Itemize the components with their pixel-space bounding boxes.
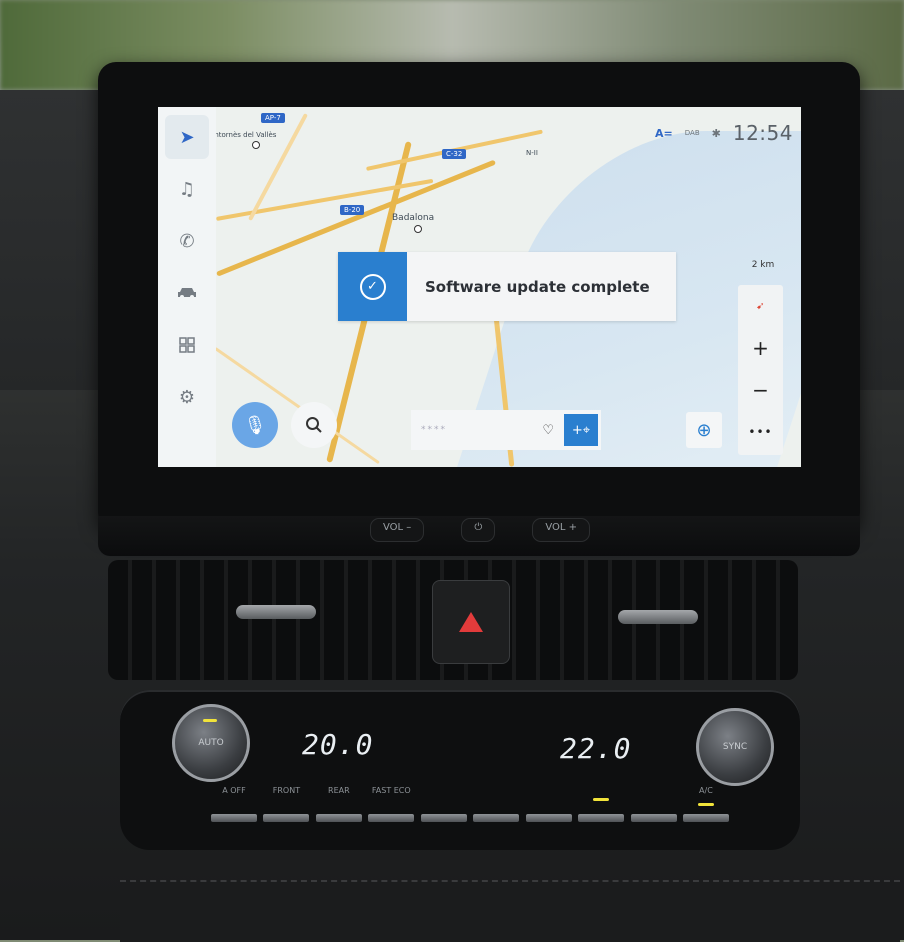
phone-icon: ✆: [179, 230, 195, 252]
sync-knob-label: SYNC: [722, 742, 748, 752]
destination-bar[interactable]: **** ♡ +⌖: [411, 410, 601, 450]
volume-down-button[interactable]: VOL –: [370, 518, 425, 542]
hardware-button-row: VOL – ⏻ VOL +: [370, 518, 590, 542]
map-label-road: N-II: [526, 149, 538, 157]
highway-shield-b20: B-20: [340, 205, 365, 215]
volume-up-button[interactable]: VOL +: [532, 518, 590, 542]
auto-led: [203, 719, 217, 722]
climate-button-mode[interactable]: [472, 786, 520, 822]
recenter-icon: ⊕: [696, 419, 712, 441]
sync-knob[interactable]: SYNC: [696, 708, 774, 786]
add-destination-button[interactable]: +⌖: [564, 414, 598, 446]
dab-radio-icon: DAB: [684, 128, 700, 137]
voice-button[interactable]: 🎙: [232, 402, 278, 448]
sidebar-item-navigation[interactable]: ➤: [165, 115, 209, 159]
hazard-button[interactable]: [432, 580, 510, 664]
navigation-arrow-icon: ➤: [179, 126, 195, 148]
climate-button-front-defrost[interactable]: FRONT: [262, 786, 310, 822]
climate-button-fast-eco[interactable]: FAST ECO: [367, 786, 415, 822]
vent-adjuster-right[interactable]: [618, 610, 698, 624]
compass-button[interactable]: ➹: [738, 285, 783, 327]
apps-grid-icon: [179, 337, 195, 353]
gear-icon: ⚙: [178, 386, 196, 408]
sidebar-item-settings[interactable]: ⚙: [165, 375, 209, 419]
recenter-button[interactable]: ⊕: [686, 412, 722, 448]
search-button[interactable]: [291, 402, 337, 448]
status-bar: A= DAB ✱ 12:54: [655, 121, 793, 145]
auto-knob-label: AUTO: [198, 738, 224, 748]
map-scale: 2 km: [751, 260, 775, 270]
city-marker: [252, 141, 260, 149]
map-label-city: Badalona: [392, 213, 435, 223]
highway-shield: AP-7: [261, 113, 285, 123]
climate-button-fresh-air[interactable]: [630, 786, 678, 822]
zoom-in-button[interactable]: +: [738, 327, 783, 369]
climate-button-fan[interactable]: [420, 786, 468, 822]
map-zoom-controls: ➹ + − •••: [738, 285, 783, 455]
sidebar-item-vehicle[interactable]: [165, 271, 209, 315]
check-circle-icon: ✓: [359, 273, 386, 300]
climate-button-recirculation[interactable]: [577, 786, 625, 822]
climate-button-off[interactable]: A OFF: [210, 786, 258, 822]
recirculation-led: [593, 798, 610, 801]
dashboard-stitching: [120, 880, 900, 942]
zoom-out-button[interactable]: −: [738, 369, 783, 411]
heart-icon[interactable]: ♡: [542, 423, 554, 438]
left-temperature: 20.0: [302, 728, 374, 761]
car-icon: [178, 288, 196, 299]
right-temperature: 22.0: [560, 732, 632, 765]
highway-shield-c32: C-32: [442, 149, 467, 159]
add-location-icon: +⌖: [571, 422, 591, 438]
sidebar-item-phone[interactable]: ✆: [165, 219, 209, 263]
vent-adjuster-left[interactable]: [236, 605, 316, 619]
climate-button-ac[interactable]: A/C: [682, 786, 730, 822]
toast-message: Software update complete: [425, 277, 650, 296]
sidebar-item-music[interactable]: ♫: [165, 167, 209, 211]
sidebar-item-apps[interactable]: [165, 323, 209, 367]
infotainment-screen: AP-7 Montornès del Vallès C-32 N-II B-20…: [158, 107, 801, 467]
climate-button-rear-defrost[interactable]: REAR: [315, 786, 363, 822]
hazard-icon: [459, 612, 483, 632]
clock: 12:54: [732, 121, 793, 145]
microphone-icon: 🎙: [243, 414, 267, 436]
city-marker-badalona: [414, 225, 422, 233]
destination-placeholder: ****: [421, 425, 447, 435]
climate-button-row: A OFF FRONT REAR FAST ECO A/C: [210, 786, 730, 826]
auto-knob[interactable]: AUTO: [172, 704, 250, 782]
toast-icon-box: ✓: [338, 252, 407, 321]
text-language-icon: A=: [655, 126, 673, 140]
bluetooth-icon: ✱: [711, 126, 721, 140]
ac-led: [697, 802, 714, 806]
music-note-icon: ♫: [178, 178, 196, 200]
search-icon: [306, 417, 322, 433]
power-button[interactable]: ⏻: [461, 518, 496, 542]
more-options-button[interactable]: •••: [738, 411, 783, 453]
climate-button-feet[interactable]: [525, 786, 573, 822]
sidebar-nav: ➤ ♫ ✆ ⚙: [158, 107, 216, 467]
software-update-toast[interactable]: ✓ Software update complete: [338, 252, 676, 321]
compass-icon: ➹: [756, 300, 765, 312]
